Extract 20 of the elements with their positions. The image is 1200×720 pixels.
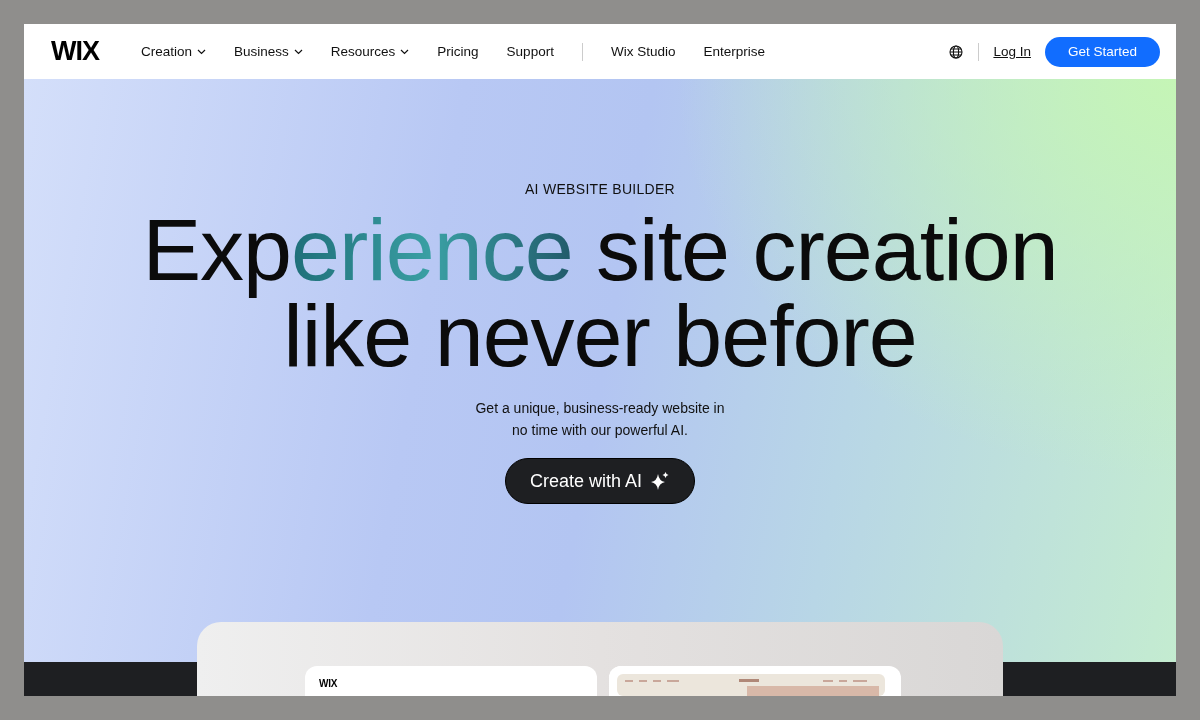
nav-link[interactable]: Resources: [330, 44, 410, 59]
create-with-ai-button[interactable]: Create with AI: [504, 458, 696, 504]
subtitle: Get a unique, business-ready website in no time with our powerful AI.: [475, 399, 725, 440]
nav-link[interactable]: Business: [234, 44, 303, 59]
headline: Experience site creation like never before: [142, 207, 1058, 379]
globe-icon[interactable]: [949, 44, 964, 59]
get-started-button[interactable]: Get Started: [1044, 36, 1160, 67]
login-link[interactable]: Log In: [993, 44, 1031, 59]
nav-link[interactable]: Wix Studio: [610, 44, 676, 59]
eyebrow-text: AI WEBSITE BUILDER: [524, 181, 676, 197]
chevron-down-icon: [293, 48, 303, 55]
nav-link[interactable]: Support: [506, 44, 554, 59]
card-logo: WIX: [319, 678, 339, 689]
nav-link[interactable]: Enterprise: [703, 44, 765, 59]
chevron-down-icon: [197, 48, 207, 55]
nav-link[interactable]: Creation: [141, 44, 207, 59]
logo[interactable]: WIX: [51, 36, 99, 67]
nav-link[interactable]: Pricing: [437, 44, 479, 59]
sparkle-icon: [650, 471, 671, 491]
chevron-down-icon: [400, 48, 410, 55]
